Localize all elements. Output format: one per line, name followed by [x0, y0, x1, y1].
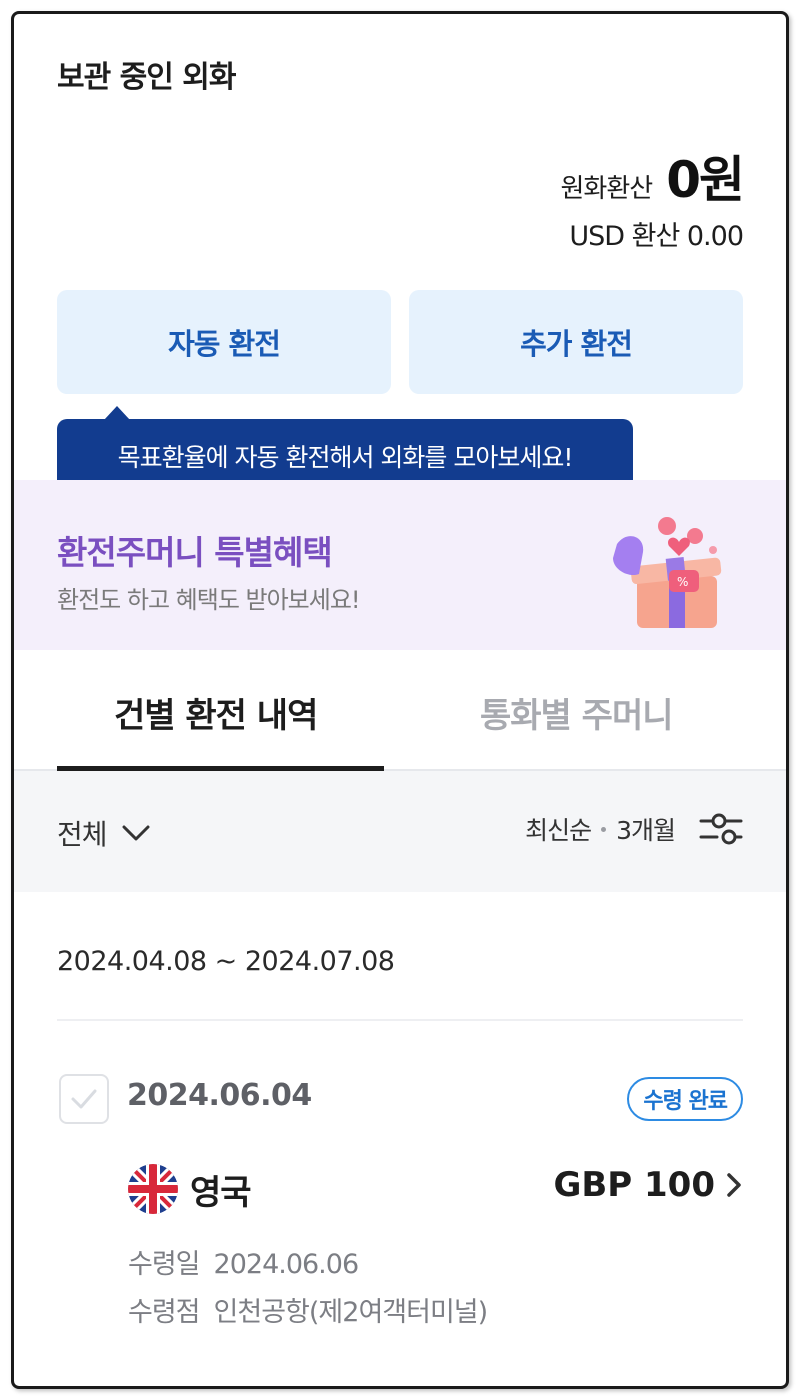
chevron-down-icon — [122, 825, 150, 841]
krw-total: 원화환산 0원 — [560, 140, 745, 212]
tab-by-transaction[interactable]: 건별 환전 내역 — [114, 688, 318, 737]
receive-date-value: 2024.06.06 — [213, 1249, 360, 1280]
promo-title: 환전주머니 특별혜택 — [57, 533, 333, 572]
receive-place-row: 수령점 인천공항(제2여객터미널) — [128, 1290, 489, 1329]
tab-by-currency[interactable]: 통화별 주머니 — [480, 688, 674, 737]
chevron-right-icon — [727, 1173, 741, 1197]
receive-place-label: 수령점 — [128, 1297, 201, 1328]
divider — [57, 1019, 743, 1021]
sort-label: 최신순 — [525, 816, 592, 845]
amount-value: GBP 100 — [553, 1165, 715, 1205]
check-icon — [71, 1089, 97, 1109]
date-range: 2024.04.08 ~ 2024.07.08 — [57, 946, 395, 977]
uk-flag-icon — [128, 1164, 178, 1214]
promo-subtitle: 환전도 하고 혜택도 받아보세요! — [57, 586, 361, 614]
screen-frame: 보관 중인 외화 원화환산 0원 USD 환산 0.00 자동 환전 추가 환전… — [11, 11, 789, 1389]
gift-box-icon: % — [613, 517, 722, 628]
add-exchange-button[interactable]: 추가 환전 — [409, 290, 743, 394]
sort-period-filter[interactable]: 최신순 3개월 — [525, 811, 743, 847]
tooltip-arrow — [104, 406, 130, 420]
svg-text:%: % — [677, 575, 688, 589]
status-badge: 수령 완료 — [627, 1077, 743, 1121]
krw-value: 0원 — [666, 151, 745, 209]
promo-banner[interactable]: 환전주머니 특별혜택 환전도 하고 혜택도 받아보세요! % — [14, 480, 786, 650]
amount-link[interactable]: GBP 100 — [553, 1165, 743, 1205]
receive-place-value: 인천공항(제2여객터미널) — [213, 1297, 489, 1328]
transaction-checkbox[interactable] — [59, 1074, 109, 1124]
receive-date-row: 수령일 2024.06.06 — [128, 1242, 360, 1281]
separator-dot — [601, 826, 607, 832]
transaction-date: 2024.06.04 — [127, 1078, 312, 1113]
receive-date-label: 수령일 — [128, 1249, 201, 1280]
type-filter-dropdown[interactable]: 전체 — [57, 813, 151, 853]
country-name: 영국 — [190, 1173, 252, 1213]
usd-total: USD 환산 0.00 — [569, 221, 744, 252]
page-title: 보관 중인 외화 — [57, 60, 236, 95]
type-filter-label: 전체 — [57, 818, 108, 851]
filter-bar: 전체 최신순 3개월 — [14, 771, 786, 892]
period-label: 3개월 — [616, 816, 676, 845]
filter-settings-icon — [699, 813, 743, 845]
history-tabs: 건별 환전 내역 통화별 주머니 — [14, 650, 786, 771]
krw-label: 원화환산 — [560, 174, 654, 204]
auto-exchange-button[interactable]: 자동 환전 — [57, 290, 391, 394]
